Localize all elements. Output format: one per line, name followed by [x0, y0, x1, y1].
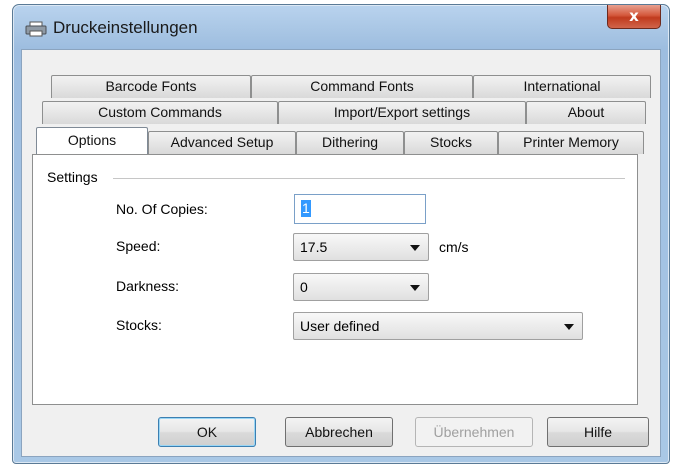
stocks-label: Stocks:: [116, 317, 162, 333]
darkness-value: 0: [300, 279, 308, 295]
chevron-down-icon: [564, 324, 574, 330]
tab-command-fonts[interactable]: Command Fonts: [251, 75, 473, 98]
darkness-label: Darkness:: [116, 278, 180, 294]
chevron-down-icon: [410, 245, 420, 251]
window-title: Druckeinstellungen: [53, 18, 198, 37]
dialog-client-area: Barcode Fonts Command Fonts Internationa…: [21, 49, 661, 457]
speed-value: 17.5: [300, 239, 328, 255]
options-panel: Settings No. Of Copies: 1 Speed: 17.5 cm…: [32, 154, 638, 405]
tab-about[interactable]: About: [526, 101, 646, 124]
tab-printer-memory[interactable]: Printer Memory: [498, 131, 644, 154]
tab-dithering[interactable]: Dithering: [296, 131, 404, 154]
tab-international[interactable]: International: [473, 75, 651, 98]
stocks-value: User defined: [300, 318, 380, 334]
speed-unit: cm/s: [439, 239, 469, 255]
copies-label: No. Of Copies:: [116, 201, 208, 217]
cancel-button[interactable]: Abbrechen: [285, 417, 393, 447]
ok-button[interactable]: OK: [158, 417, 256, 447]
copies-value: 1: [301, 200, 311, 217]
settings-group-label: Settings: [47, 169, 102, 185]
help-button[interactable]: Hilfe: [547, 417, 649, 447]
close-button[interactable]: x: [607, 5, 661, 29]
chevron-down-icon: [410, 285, 420, 291]
dialog-window: Druckeinstellungen x Barcode Fonts Comma…: [12, 4, 670, 464]
darkness-dropdown[interactable]: 0: [293, 273, 429, 301]
copies-input[interactable]: 1: [294, 194, 426, 224]
tab-advanced-setup[interactable]: Advanced Setup: [148, 131, 296, 154]
speed-label: Speed:: [116, 238, 161, 254]
title-bar[interactable]: Druckeinstellungen x: [13, 5, 669, 49]
apply-button[interactable]: Übernehmen: [415, 417, 533, 447]
group-divider: [113, 178, 625, 179]
printer-icon: [25, 21, 47, 37]
tab-custom-commands[interactable]: Custom Commands: [42, 101, 278, 124]
tab-barcode-fonts[interactable]: Barcode Fonts: [51, 75, 251, 98]
tab-import-export-settings[interactable]: Import/Export settings: [278, 101, 526, 124]
tab-options[interactable]: Options: [36, 127, 148, 154]
speed-dropdown[interactable]: 17.5: [293, 233, 429, 261]
tab-stocks[interactable]: Stocks: [404, 131, 498, 154]
stocks-dropdown[interactable]: User defined: [293, 312, 583, 340]
